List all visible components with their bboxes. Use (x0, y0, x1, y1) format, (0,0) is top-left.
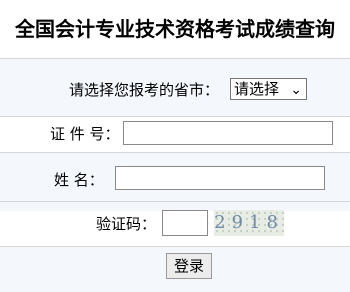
captcha-input[interactable] (162, 210, 208, 236)
chevron-down-icon: ⌄ (290, 82, 302, 98)
province-select[interactable]: 请选择 ⌄ (230, 78, 307, 100)
id-number-input[interactable] (123, 121, 333, 145)
province-label: 请选择您报考的省市： (69, 81, 220, 99)
login-button[interactable]: 登录 (166, 253, 212, 279)
captcha-text: 2918 (214, 212, 284, 233)
id-label: 证 件 号： (50, 125, 120, 143)
name-label: 姓 名： (54, 171, 104, 189)
name-input[interactable] (115, 166, 325, 190)
captcha-label: 验证码： (96, 215, 157, 233)
province-selected-value: 请选择 (234, 80, 280, 98)
captcha-image[interactable]: 2918 (214, 210, 284, 236)
page-title: 全国会计专业技术资格考试成绩查询 (15, 17, 335, 41)
